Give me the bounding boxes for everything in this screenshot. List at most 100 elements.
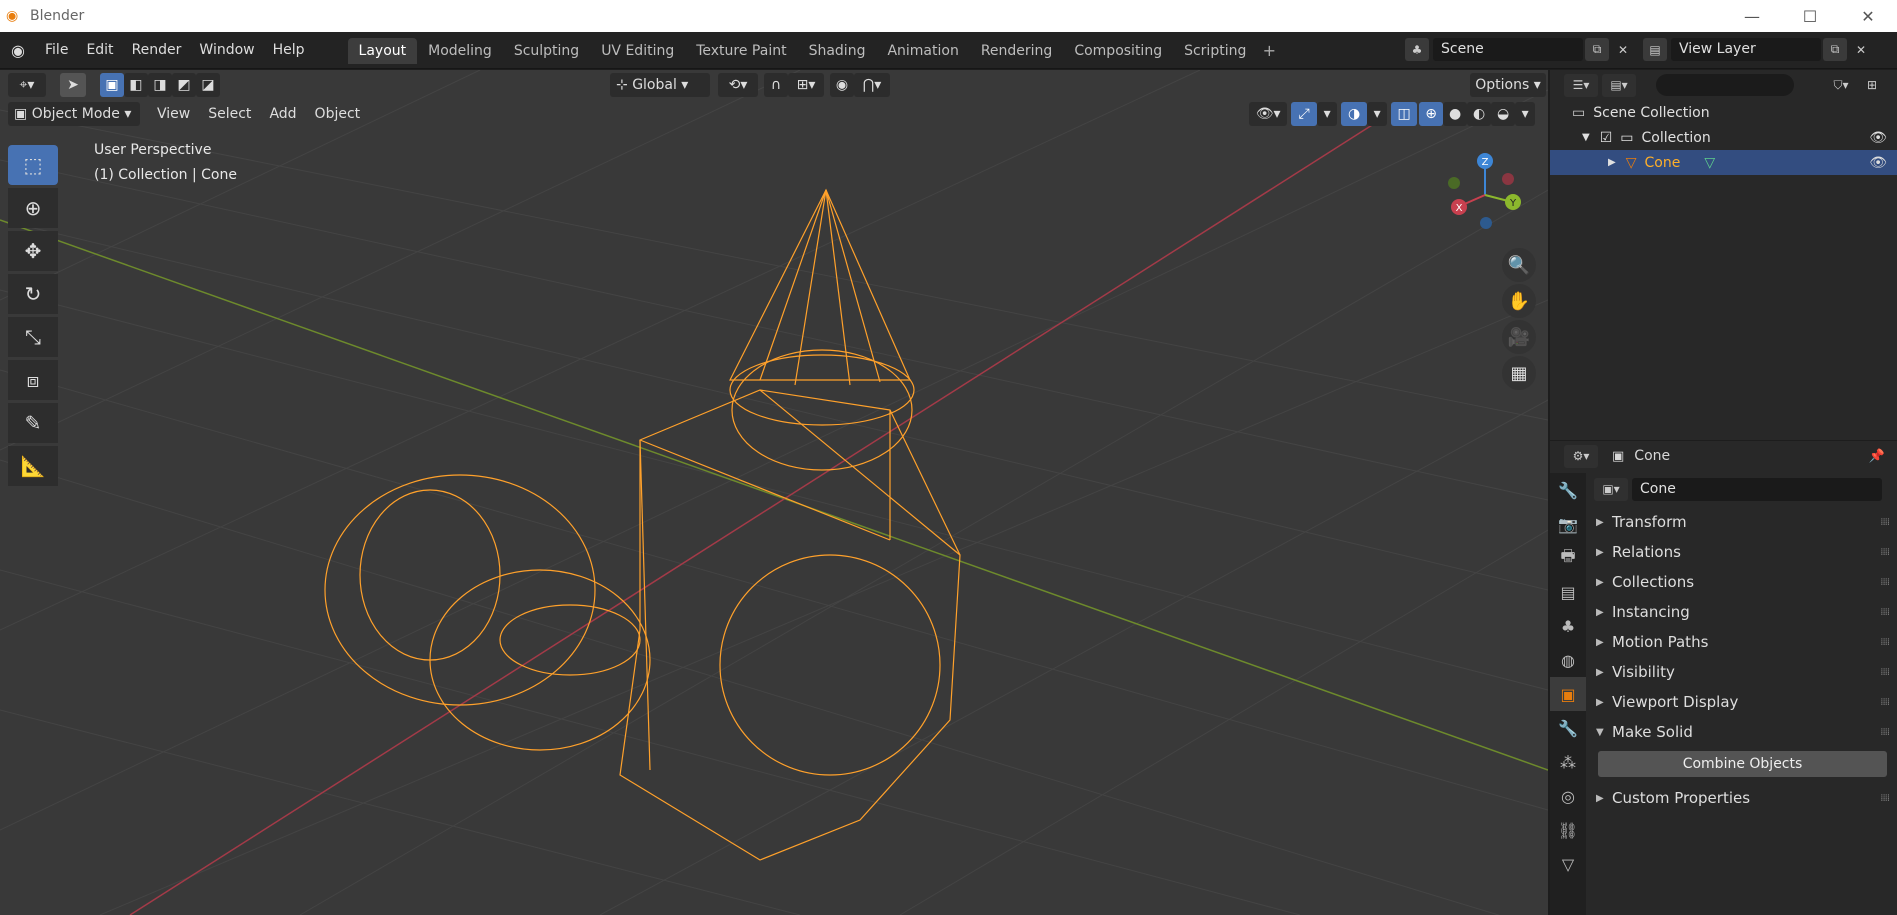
filter-icon[interactable]: ⛉▾ (1824, 74, 1858, 97)
drag-grip-icon[interactable]: ⁞⁞⁞⁞ (1880, 547, 1890, 558)
drag-grip-icon[interactable]: ⁞⁞⁞⁞ (1880, 607, 1890, 618)
tab-rendering[interactable]: Rendering (970, 38, 1064, 64)
gizmo-menu-icon[interactable]: ▾ (1317, 102, 1338, 126)
physics-tab-icon[interactable]: ◎ (1550, 779, 1586, 813)
tab-texture-paint[interactable]: Texture Paint (685, 38, 797, 64)
world-tab-icon[interactable]: ◍ (1550, 643, 1586, 677)
scale-tool-icon[interactable]: ⤡ (8, 317, 58, 357)
solid-shading-icon[interactable]: ● (1443, 102, 1468, 126)
panel-visibility[interactable]: ▶ Visibility ⁞⁞⁞⁞ (1586, 657, 1897, 687)
outliner-display-mode-icon[interactable]: ▤▾ (1602, 73, 1636, 97)
transform-tool-icon[interactable]: ⧈ (8, 360, 58, 400)
overlay-toggle-icon[interactable]: ◑ (1341, 102, 1368, 126)
output-tab-icon[interactable]: 🖶 (1550, 541, 1586, 575)
select-box-new-icon[interactable]: ▣ (100, 73, 124, 97)
object-browse-icon[interactable]: ▣▾ (1594, 477, 1628, 501)
view-layer-field[interactable]: View Layer (1671, 38, 1821, 61)
panel-transform[interactable]: ▶ Transform ⁞⁞⁞⁞ (1586, 507, 1897, 537)
expand-collection-icon[interactable]: ▼ (1582, 132, 1590, 143)
options-dropdown[interactable]: Options ▾ (1470, 73, 1546, 97)
transform-orientation-dropdown[interactable]: ⊹ Global ▾ (610, 73, 710, 97)
drag-grip-icon[interactable]: ⁞⁞⁞⁞ (1880, 517, 1890, 528)
view-layer-icon[interactable]: ▤ (1643, 38, 1667, 61)
close-icon[interactable]: ✕ (1839, 0, 1897, 32)
maximize-icon[interactable]: ☐ (1781, 0, 1839, 32)
combine-objects-button[interactable]: Combine Objects (1598, 751, 1887, 777)
outliner-row-collection[interactable]: ▼ ☑ ▭ Collection 👁 (1550, 125, 1897, 150)
panel-collections[interactable]: ▶ Collections ⁞⁞⁞⁞ (1586, 567, 1897, 597)
drag-grip-icon[interactable]: ⁞⁞⁞⁞ (1880, 697, 1890, 708)
drag-grip-icon[interactable]: ⁞⁞⁞⁞ (1880, 727, 1890, 738)
viewport-menu-select[interactable]: Select (199, 101, 260, 127)
new-view-layer-icon[interactable]: ⧉ (1823, 38, 1847, 61)
panel-instancing[interactable]: ▶ Instancing ⁞⁞⁞⁞ (1586, 597, 1897, 627)
shading-menu-icon[interactable]: ▾ (1515, 102, 1536, 126)
tab-sculpting[interactable]: Sculpting (503, 38, 590, 64)
viewport-menu-view[interactable]: View (148, 101, 199, 127)
scene-name-field[interactable]: Scene (1433, 38, 1583, 61)
drag-grip-icon[interactable]: ⁞⁞⁞⁞ (1880, 637, 1890, 648)
menu-edit[interactable]: Edit (77, 37, 122, 63)
view-layer-tab-icon[interactable]: ▤ (1550, 575, 1586, 609)
collection-checkbox[interactable]: ☑ (1600, 130, 1613, 146)
panel-relations[interactable]: ▶ Relations ⁞⁞⁞⁞ (1586, 537, 1897, 567)
expand-cone-icon[interactable]: ▶ (1608, 157, 1616, 168)
annotate-tool-icon[interactable]: ✎ (8, 403, 58, 443)
constraints-tab-icon[interactable]: ⛓ (1550, 813, 1586, 847)
cone-visibility-icon[interactable]: 👁 (1869, 155, 1887, 171)
xray-toggle-icon[interactable]: ◫ (1391, 102, 1418, 126)
viewport-menu-object[interactable]: Object (306, 101, 370, 127)
overlay-menu-icon[interactable]: ▾ (1367, 102, 1388, 126)
tab-scripting[interactable]: Scripting (1173, 38, 1257, 64)
scene-tab-icon[interactable]: ♣ (1550, 609, 1586, 643)
collection-visibility-icon[interactable]: 👁 (1869, 130, 1887, 146)
panel-motion-paths[interactable]: ▶ Motion Paths ⁞⁞⁞⁞ (1586, 627, 1897, 657)
blender-menu-icon[interactable]: ◉ (0, 41, 36, 60)
modifier-tab-icon[interactable]: 🔧 (1550, 711, 1586, 745)
proportional-falloff-icon[interactable]: ⋂▾ (854, 73, 890, 97)
visibility-toggle-icon[interactable]: 👁▾ (1249, 102, 1288, 126)
perspective-toggle-icon[interactable]: ▦ (1502, 356, 1536, 390)
select-box-extend-icon[interactable]: ◧ (124, 73, 148, 97)
object-mode-dropdown[interactable]: ▣ Object Mode ▾ (8, 102, 140, 126)
render-tab-icon[interactable]: 📷 (1550, 507, 1586, 541)
wireframe-shading-icon[interactable]: ⊕ (1419, 102, 1444, 126)
drag-grip-icon[interactable]: ⁞⁞⁞⁞ (1880, 577, 1890, 588)
tool-tab-icon[interactable]: 🔧 (1550, 473, 1586, 507)
properties-editor-type-icon[interactable]: ⚙▾ (1564, 444, 1598, 468)
scene-icon[interactable]: ♣ (1405, 38, 1429, 61)
outliner-row-scene-collection[interactable]: ▭ Scene Collection (1550, 100, 1897, 125)
measure-tool-icon[interactable]: 📐 (8, 446, 58, 486)
menu-window[interactable]: Window (190, 37, 263, 63)
viewport-menu-add[interactable]: Add (260, 101, 305, 127)
tab-shading[interactable]: Shading (798, 38, 877, 64)
delete-scene-icon[interactable]: ✕ (1611, 38, 1635, 61)
pin-icon[interactable]: 📌 (1869, 449, 1885, 464)
drag-grip-icon[interactable]: ⁞⁞⁞⁞ (1880, 793, 1890, 804)
new-collection-icon[interactable]: ⊞ (1860, 74, 1884, 97)
drag-grip-icon[interactable]: ⁞⁞⁞⁞ (1880, 667, 1890, 678)
gizmo-toggle-icon[interactable]: ⤢ (1291, 102, 1318, 126)
3d-viewport[interactable]: ⌖▾ ➤ ▣ ◧ ◨ ◩ ◪ ⊹ Global ▾ ⟲▾ ∩ ⊞▾ ◉ ⋂▾ O… (0, 70, 1548, 915)
proportional-edit-icon[interactable]: ◉ (830, 73, 854, 97)
menu-file[interactable]: File (36, 37, 77, 63)
object-name-field[interactable]: Cone (1632, 477, 1882, 501)
panel-make-solid[interactable]: ▼ Make Solid ⁞⁞⁞⁞ (1586, 717, 1897, 747)
outliner-row-cone[interactable]: ▶ ▽ Cone ▽ 👁 (1550, 150, 1897, 175)
select-box-subtract-icon[interactable]: ◨ (148, 73, 172, 97)
navigation-gizmo[interactable]: Z Y X (1440, 150, 1530, 240)
move-tool-icon[interactable]: ✥ (8, 231, 58, 271)
menu-render[interactable]: Render (123, 37, 191, 63)
new-scene-icon[interactable]: ⧉ (1585, 38, 1609, 61)
data-tab-icon[interactable]: ▽ (1550, 847, 1586, 881)
delete-view-layer-icon[interactable]: ✕ (1849, 38, 1873, 61)
snap-target-icon[interactable]: ⊞▾ (788, 73, 824, 97)
minimize-icon[interactable]: — (1723, 0, 1781, 32)
snap-toggle-icon[interactable]: ∩ (764, 73, 788, 97)
tab-animation[interactable]: Animation (876, 38, 969, 64)
zoom-icon[interactable]: 🔍 (1502, 248, 1536, 282)
tab-layout[interactable]: Layout (347, 38, 418, 64)
cursor-tool-icon[interactable]: ⊕ (8, 188, 58, 228)
pivot-point-icon[interactable]: ⟲▾ (718, 73, 758, 97)
rendered-shading-icon[interactable]: ◒ (1491, 102, 1516, 126)
